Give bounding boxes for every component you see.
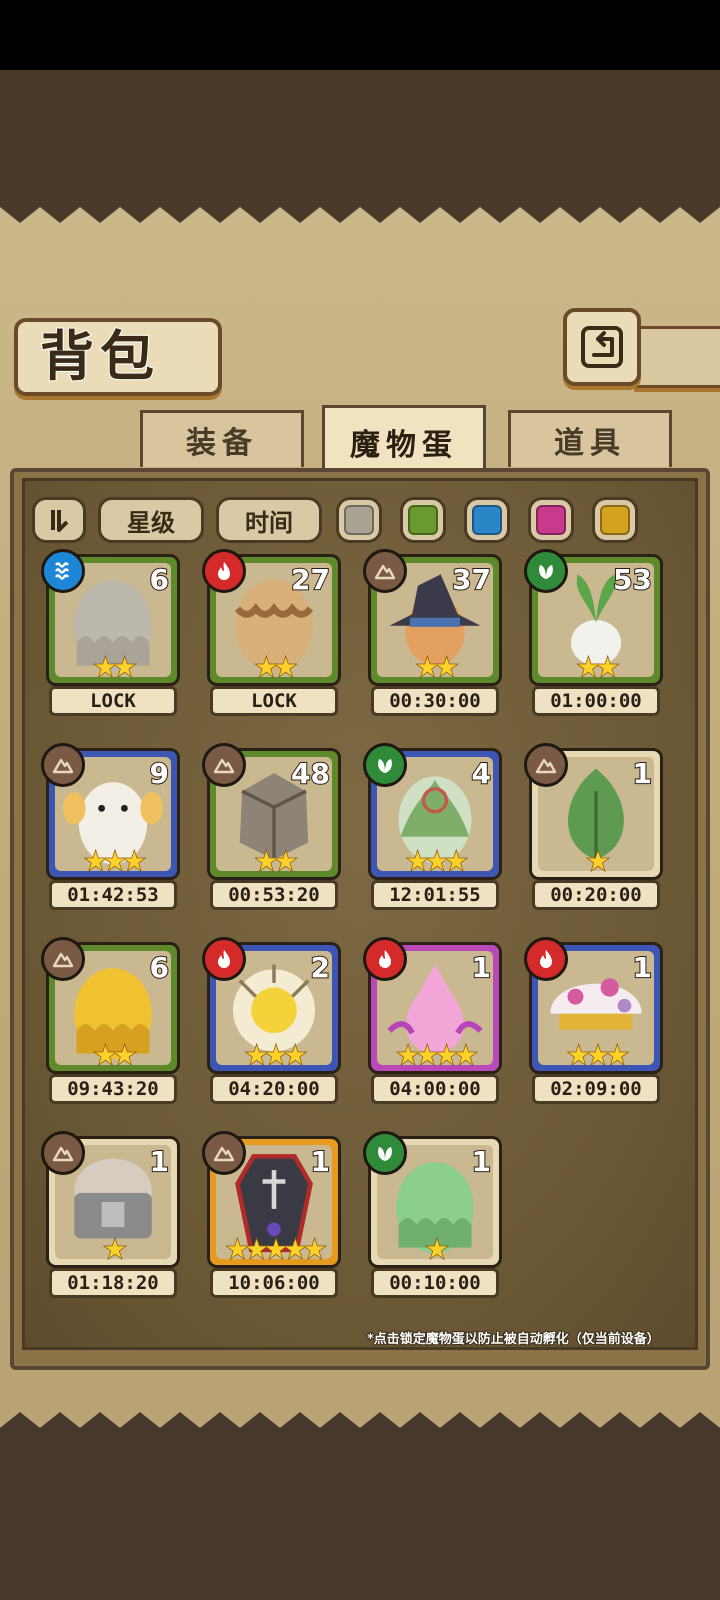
egg-count: 1 [309,1144,331,1179]
fire-element-icon [363,937,407,981]
egg-card[interactable]: 1 ★★★★ [363,937,502,1074]
tab-equipment[interactable]: 装备 [140,410,304,467]
back-button[interactable] [563,308,641,386]
star-rating: ★ [586,847,611,877]
egg-count: 27 [290,562,331,597]
hatch-timer: 01:00:00 [532,686,660,716]
egg-count: 6 [148,950,170,985]
back-arrow-icon [581,326,623,368]
egg-count: 1 [631,950,653,985]
egg-card[interactable]: 6 ★★ [41,937,180,1074]
filter-yellow-button[interactable] [592,497,638,543]
egg-count: 37 [451,562,492,597]
egg-card[interactable]: 37 ★★ [363,549,502,686]
hatch-timer: 04:00:00 [371,1074,499,1104]
filter-blue-button[interactable] [464,497,510,543]
egg-card[interactable]: 4 ★★★ [363,743,502,880]
egg-count: 6 [148,562,170,597]
torn-edge-bottom [0,1412,720,1440]
hatch-timer: 01:18:20 [49,1268,177,1298]
page-title: 背包 [39,323,160,389]
star-rating: ★★★ [566,1041,629,1071]
star-rating: ★★★★★ [225,1235,327,1265]
star-rating: ★★ [576,653,620,683]
status-bar [0,0,720,70]
hatch-timer: 02:09:00 [532,1074,660,1104]
star-rating: ★★★ [405,847,468,877]
egg-card[interactable]: 2 ★★★ [202,937,341,1074]
egg-count: 1 [470,950,492,985]
star-rating: ★ [103,1235,128,1265]
lock-label[interactable]: LOCK [210,686,338,716]
egg-count: 48 [290,756,331,791]
hatch-timer: 09:43:20 [49,1074,177,1104]
egg-card[interactable]: 1 ★★★★★ [202,1131,341,1268]
egg-card[interactable]: 1 ★ [41,1131,180,1268]
hatch-timer: 00:53:20 [210,880,338,910]
egg-card[interactable]: 6 ★★ [41,549,180,686]
lock-hint-text: *点击锁定魔物蛋以防止被自动孵化（仅当前设备） [366,1331,661,1348]
sort-order-button[interactable] [32,497,86,543]
earth-element-icon [202,743,246,787]
filter-grey-button[interactable] [336,497,382,543]
star-rating: ★★★★ [396,1041,479,1071]
egg-count: 4 [470,756,492,791]
star-rating: ★★ [93,1041,137,1071]
filter-pink-button[interactable] [528,497,574,543]
tab-items[interactable]: 道具 [508,410,672,467]
star-rating: ★★ [254,653,298,683]
star-rating: ★ [425,1235,450,1265]
fire-element-icon [202,937,246,981]
earth-element-icon [41,1131,85,1175]
water-element-icon [41,549,85,593]
fire-element-icon [202,549,246,593]
sort-icon [51,510,69,532]
egg-card[interactable]: 1 ★ [524,743,663,880]
earth-element-icon [202,1131,246,1175]
hatch-timer: 00:10:00 [371,1268,499,1298]
lock-label[interactable]: LOCK [49,686,177,716]
egg-card[interactable]: 48 ★★ [202,743,341,880]
egg-card[interactable]: 1 ★★★ [524,937,663,1074]
star-rating: ★★ [254,847,298,877]
tab-monster-eggs[interactable]: 魔物蛋 [322,405,486,476]
wood-element-icon [524,549,568,593]
earth-element-icon [41,743,85,787]
wood-element-icon [363,1131,407,1175]
star-rating: ★★ [415,653,459,683]
hatch-timer: 04:20:00 [210,1074,338,1104]
egg-card[interactable]: 27 ★★ [202,549,341,686]
egg-card[interactable]: 9 ★★★ [41,743,180,880]
hatch-timer: 10:06:00 [210,1268,338,1298]
bottom-background [0,1440,720,1600]
earth-element-icon [524,743,568,787]
egg-count: 2 [309,950,331,985]
sort-by-time-button[interactable]: 时间 [216,497,322,543]
star-rating: ★★★ [83,847,146,877]
star-rating: ★★★ [244,1041,307,1071]
earth-element-icon [41,937,85,981]
wood-element-icon [363,743,407,787]
egg-count: 53 [612,562,653,597]
egg-count: 9 [148,756,170,791]
hatch-timer: 00:20:00 [532,880,660,910]
earth-element-icon [363,549,407,593]
fire-element-icon [524,937,568,981]
egg-card[interactable]: 1 ★ [363,1131,502,1268]
sort-by-star-button[interactable]: 星级 [98,497,204,543]
egg-count: 1 [631,756,653,791]
egg-card[interactable]: 53 ★★ [524,549,663,686]
top-background [0,70,720,195]
hatch-timer: 00:30:00 [371,686,499,716]
egg-count: 1 [470,1144,492,1179]
egg-count: 1 [148,1144,170,1179]
back-bar [634,326,720,388]
filter-green-button[interactable] [400,497,446,543]
torn-edge-top [0,195,720,223]
hatch-timer: 01:42:53 [49,880,177,910]
star-rating: ★★ [93,653,137,683]
hatch-timer: 12:01:55 [371,880,499,910]
